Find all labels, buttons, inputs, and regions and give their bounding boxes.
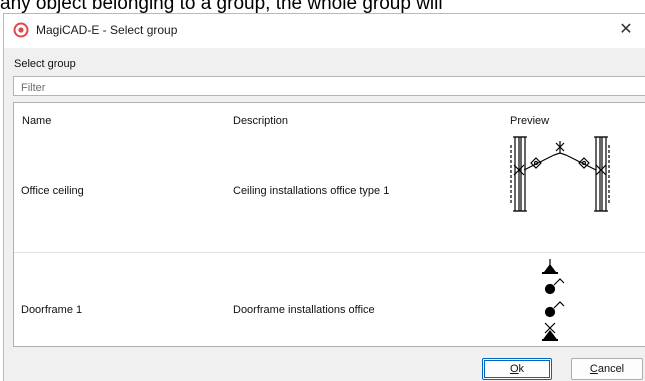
ok-button[interactable]: Ok — [482, 358, 552, 380]
filter-input[interactable] — [13, 76, 645, 96]
select-group-dialog: MagiCAD-E - Select group ✕ Select group … — [3, 13, 645, 381]
select-group-label: Select group — [14, 58, 76, 70]
column-header-name[interactable]: Name — [22, 115, 51, 127]
column-header-description[interactable]: Description — [233, 115, 288, 127]
cancel-button[interactable]: Cancel — [571, 358, 643, 380]
doorframe-preview-icon — [542, 259, 565, 341]
group-list[interactable]: Name Description Preview Office ceiling … — [13, 102, 645, 347]
title-bar[interactable]: MagiCAD-E - Select group ✕ — [4, 14, 645, 48]
column-header-preview[interactable]: Preview — [510, 115, 549, 127]
magicad-logo-icon — [13, 22, 29, 38]
row-name: Doorframe 1 — [21, 304, 83, 316]
close-icon: ✕ — [619, 21, 633, 38]
table-row[interactable]: Office ceiling Ceiling installations off… — [14, 131, 645, 249]
row-name: Office ceiling — [21, 185, 84, 197]
row-description: Ceiling installations office type 1 — [233, 185, 390, 197]
table-row[interactable]: Doorframe 1 Doorframe installations offi… — [14, 253, 645, 347]
row-description: Doorframe installations office — [233, 304, 375, 316]
window-title: MagiCAD-E - Select group — [36, 23, 178, 37]
office-ceiling-preview-icon — [510, 136, 610, 212]
close-button[interactable]: ✕ — [606, 14, 645, 48]
